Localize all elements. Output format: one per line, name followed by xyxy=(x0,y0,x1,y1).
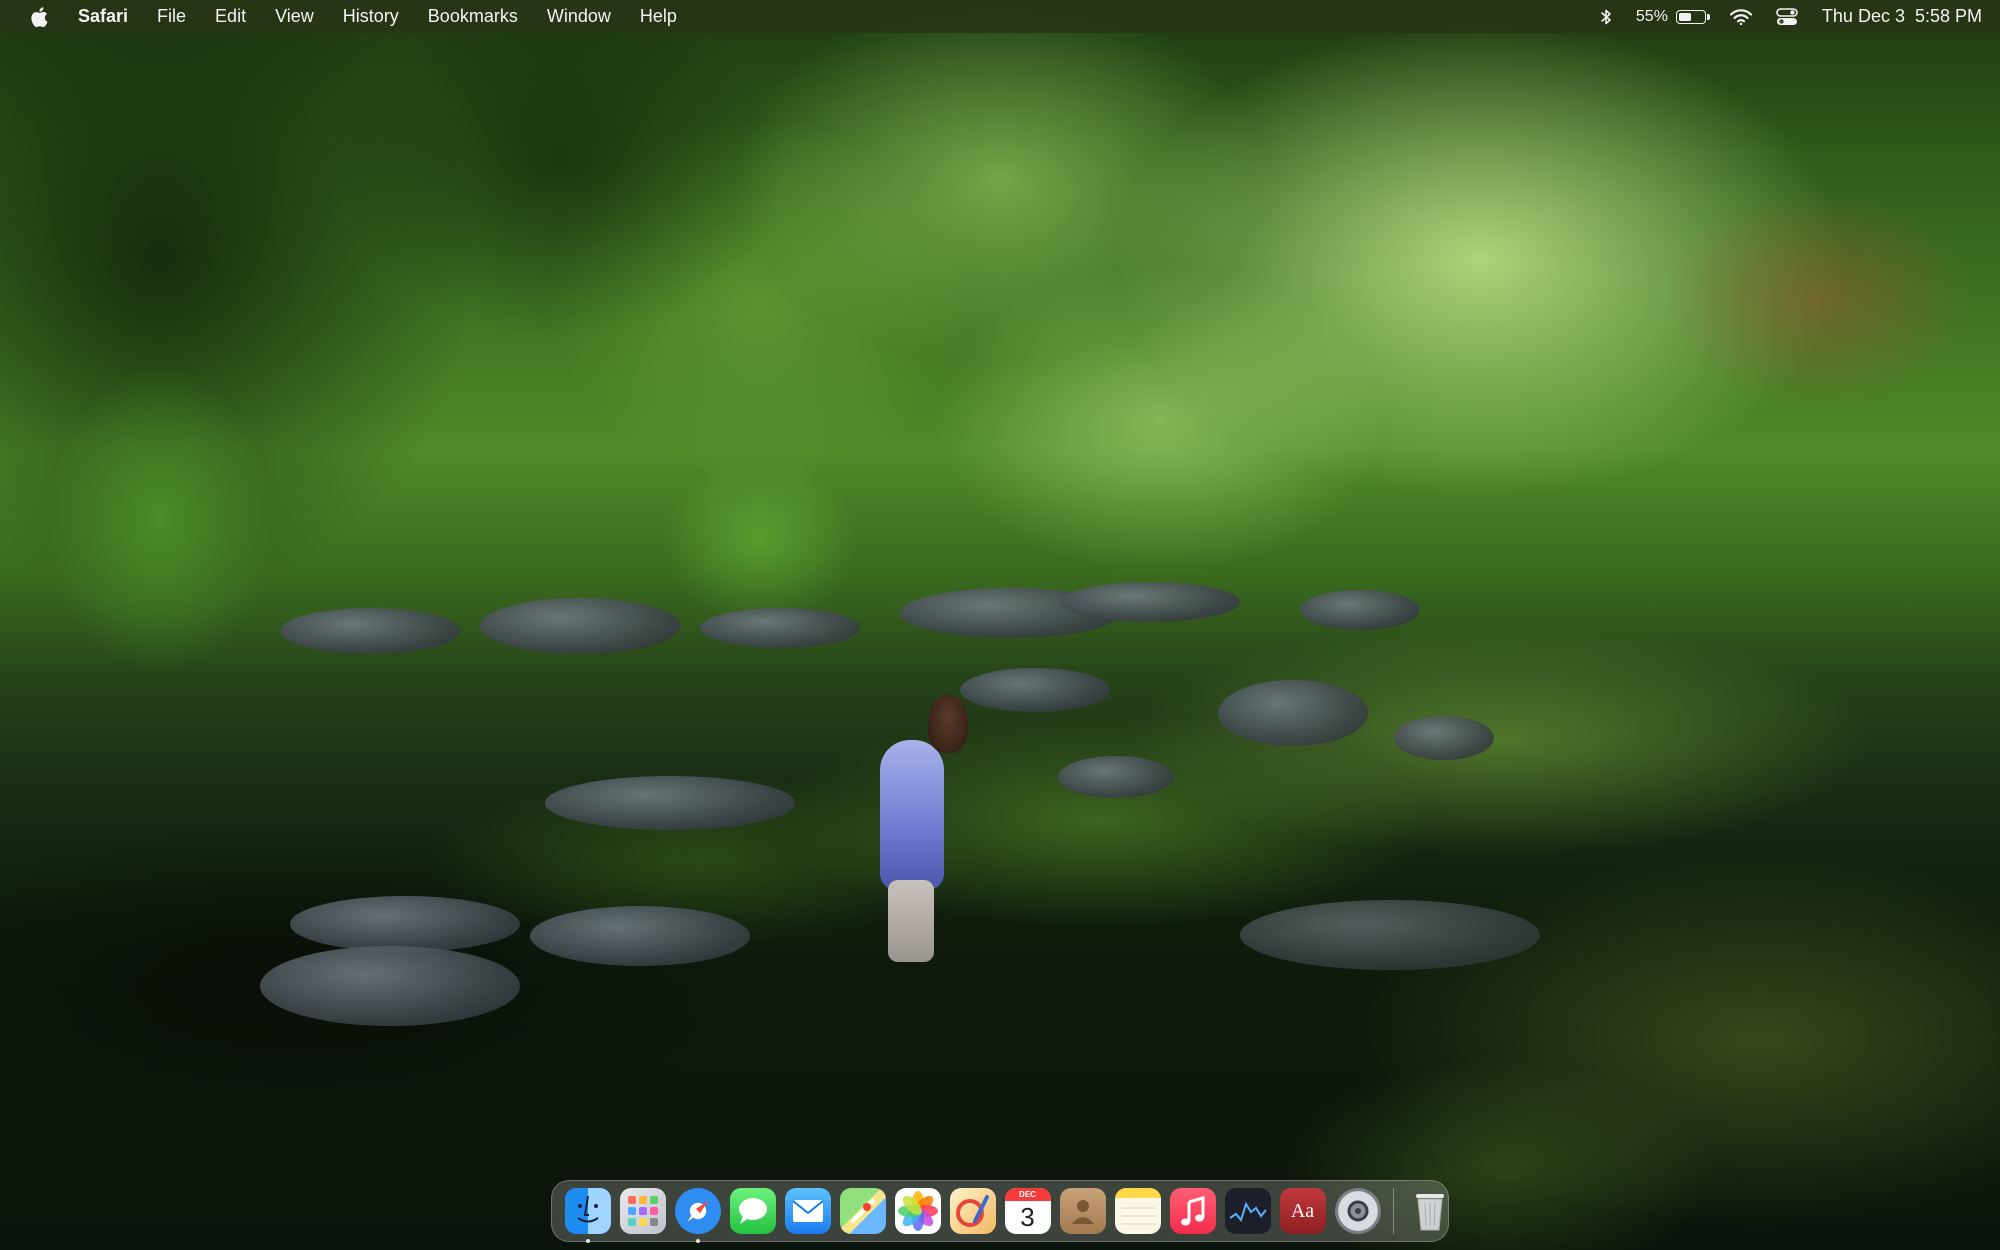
dictionary-glyph: Aa xyxy=(1290,1199,1315,1222)
calendar-day: 3 xyxy=(1020,1202,1035,1232)
dock: DEC 3 Aa xyxy=(551,1180,1449,1243)
menu-clock[interactable]: Thu Dec 3 5:58 PM xyxy=(1822,0,1982,33)
contacts-icon[interactable] xyxy=(1059,1188,1106,1234)
music-icon[interactable] xyxy=(1169,1188,1216,1234)
system-preferences-icon[interactable] xyxy=(1334,1188,1381,1234)
safari-running-indicator xyxy=(695,1239,700,1243)
messages-icon[interactable] xyxy=(729,1188,776,1234)
apple-menu-icon[interactable] xyxy=(28,6,50,28)
wifi-icon[interactable] xyxy=(1729,8,1752,25)
menu-help[interactable]: Help xyxy=(640,0,677,33)
stocks-icon[interactable] xyxy=(1224,1188,1271,1234)
calendar-icon[interactable]: DEC 3 xyxy=(1004,1188,1051,1234)
menu-app-name[interactable]: Safari xyxy=(78,0,128,33)
menu-edit[interactable]: Edit xyxy=(215,0,246,33)
dictionary-icon[interactable]: Aa xyxy=(1279,1188,1326,1234)
safari-icon[interactable] xyxy=(674,1188,721,1234)
control-center-icon[interactable] xyxy=(1776,7,1798,26)
clock-text: Thu Dec 3 5:58 PM xyxy=(1821,6,1982,26)
menu-window[interactable]: Window xyxy=(547,0,611,33)
maps-icon[interactable] xyxy=(839,1188,886,1234)
battery-icon xyxy=(1675,9,1710,24)
photos-icon[interactable] xyxy=(894,1188,941,1234)
notes-icon[interactable] xyxy=(1114,1188,1161,1234)
finder-running-indicator xyxy=(585,1239,590,1243)
launchpad-icon[interactable] xyxy=(619,1188,666,1234)
battery-percent: 55% xyxy=(1635,8,1668,25)
pixelmator-icon[interactable] xyxy=(949,1188,996,1234)
menu-view[interactable]: View xyxy=(275,0,314,33)
menu-bookmarks[interactable]: Bookmarks xyxy=(428,0,518,33)
menu-bar: Safari File Edit View History Bookmarks … xyxy=(0,0,2000,33)
battery-status[interactable]: 55% xyxy=(1635,0,1710,33)
menu-file[interactable]: File xyxy=(157,0,186,33)
bluetooth-icon[interactable] xyxy=(1600,8,1612,26)
mail-icon[interactable] xyxy=(784,1188,831,1234)
dock-separator xyxy=(1393,1188,1394,1234)
calendar-month: DEC xyxy=(1004,1188,1051,1201)
menu-history[interactable]: History xyxy=(343,0,399,33)
finder-icon[interactable] xyxy=(564,1188,611,1234)
trash-icon[interactable] xyxy=(1407,1188,1453,1234)
desktop-wallpaper xyxy=(0,0,2000,1250)
